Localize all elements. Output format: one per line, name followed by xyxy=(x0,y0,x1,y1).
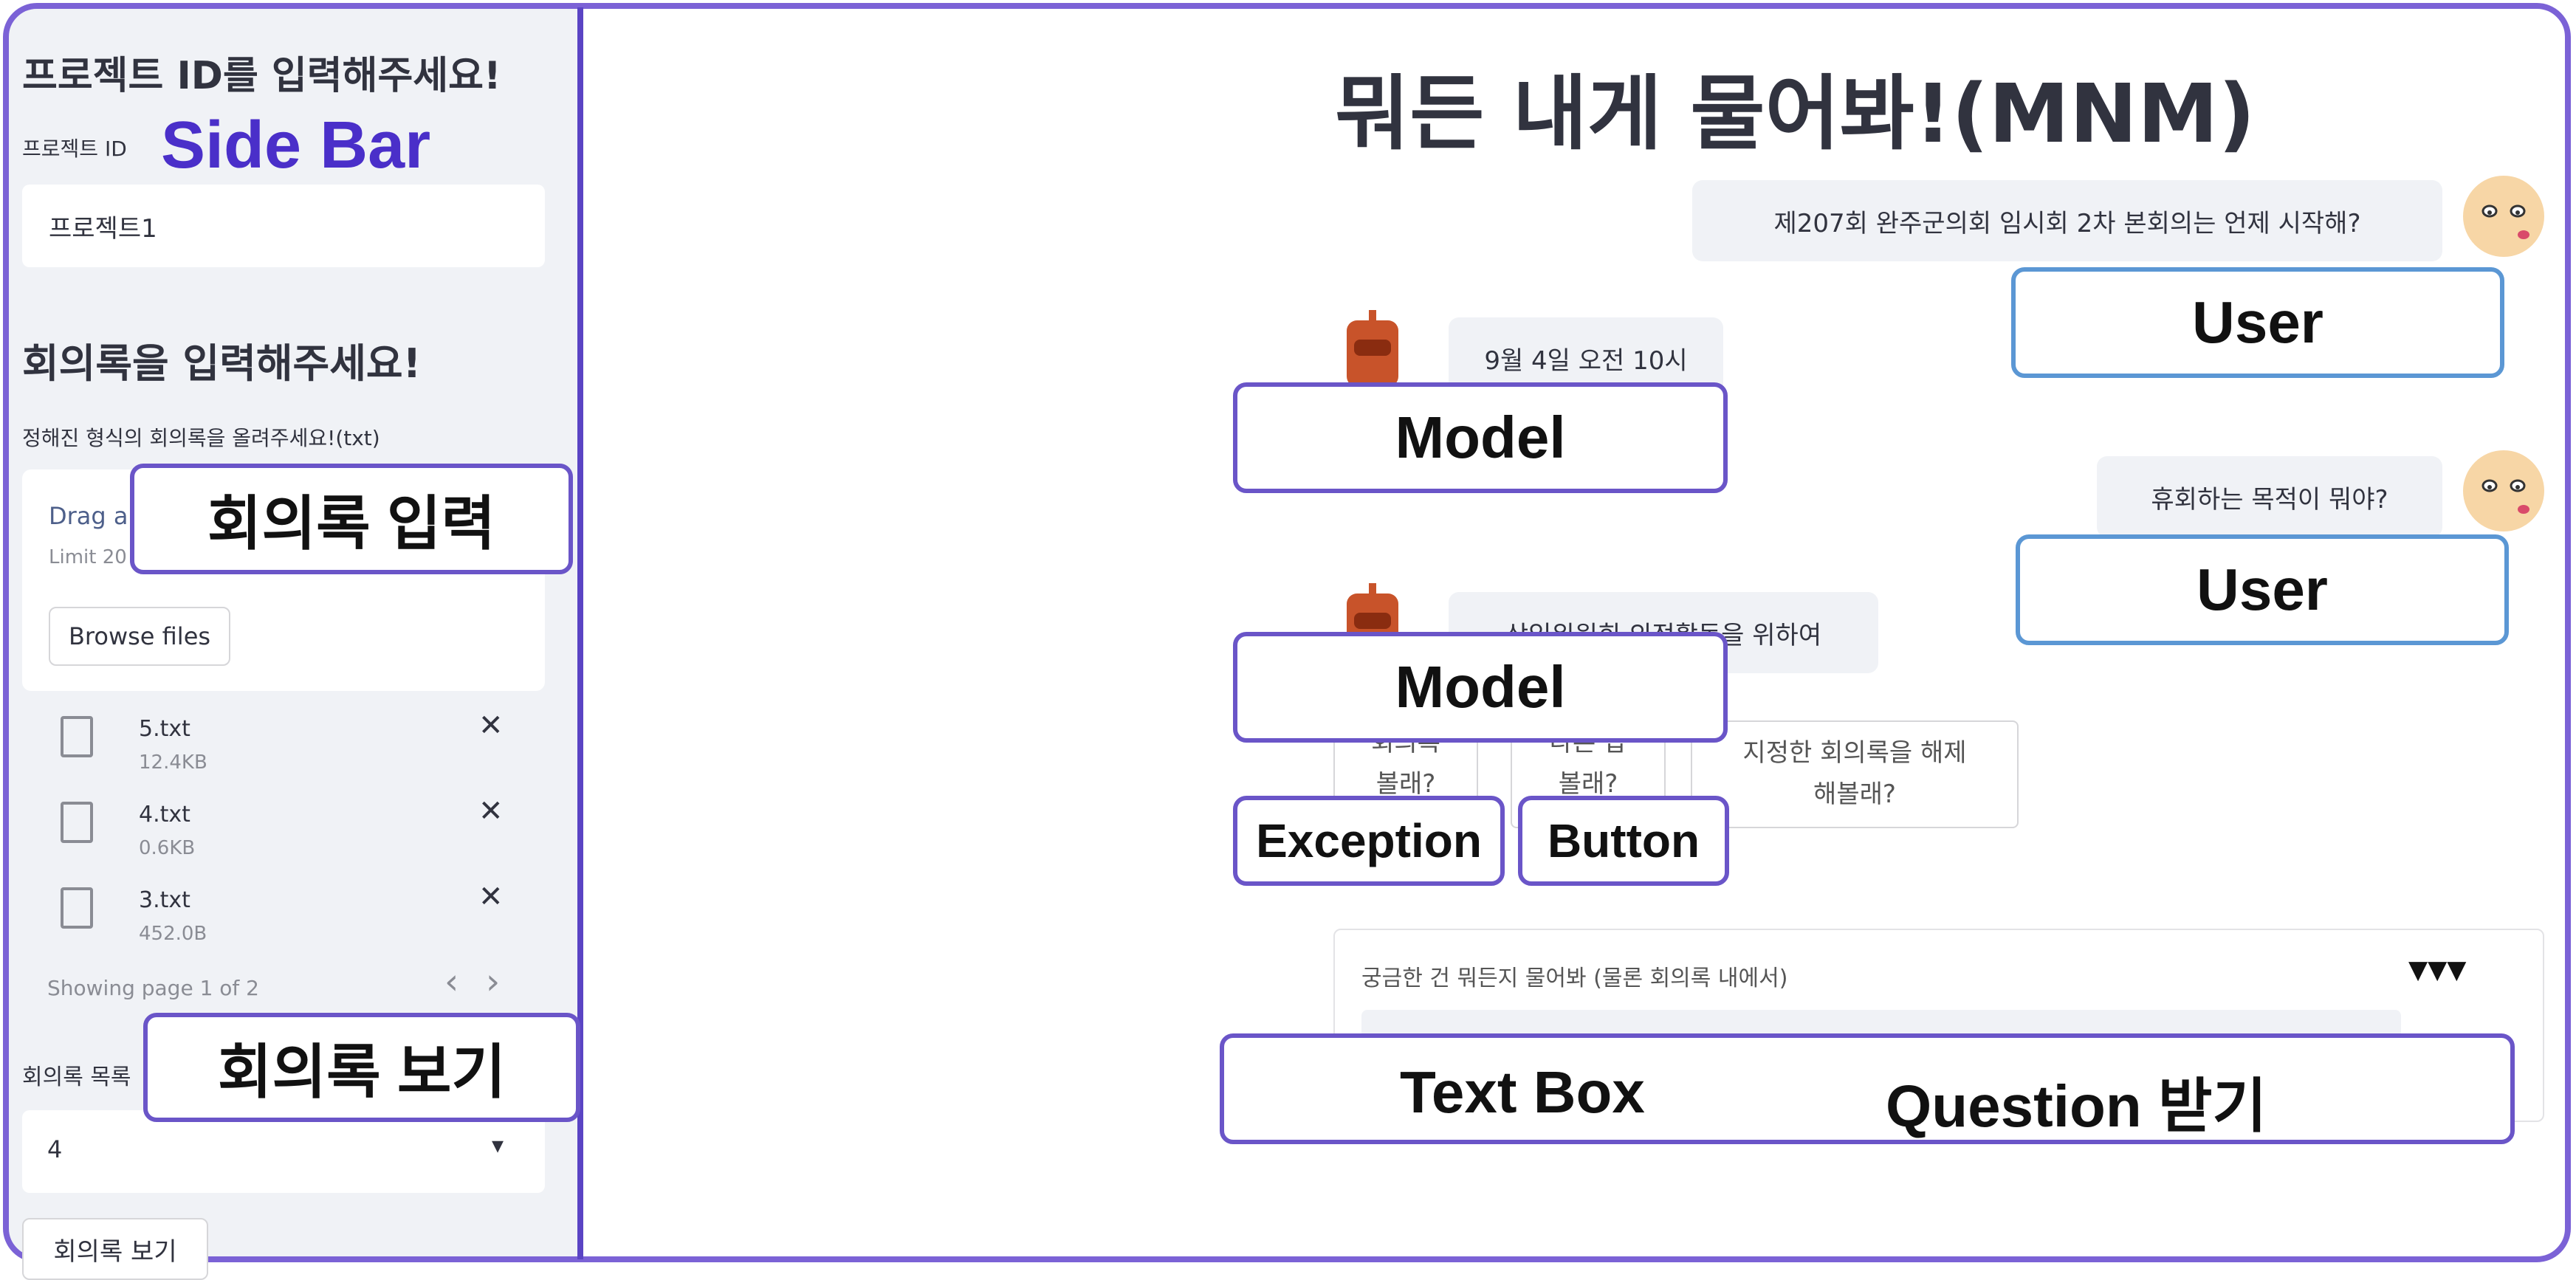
button-line: 해볼래? xyxy=(1813,780,1896,809)
project-heading: 프로젝트 ID를 입력해주세요! xyxy=(22,54,501,98)
file-icon xyxy=(61,802,93,843)
collapse-toggle-icon[interactable]: ▼▼▼ xyxy=(2408,955,2466,985)
user-avatar-icon xyxy=(2463,450,2544,531)
file-name: 5.txt xyxy=(139,716,190,742)
view-minutes-button[interactable]: 회의록 보기 xyxy=(22,1218,208,1280)
model-annotation: Model xyxy=(1233,382,1728,493)
file-item: 5.txt 12.4KB ✕ xyxy=(22,709,545,790)
project-id-input[interactable]: 프로젝트1 xyxy=(22,185,545,267)
view-annotation: 회의록 보기 xyxy=(143,1013,580,1122)
minutes-select-label: 회의록 목록 xyxy=(22,1064,131,1090)
minutes-caption: 정해진 형식의 회의록을 올려주세요!(txt) xyxy=(22,426,380,450)
file-icon xyxy=(61,716,93,757)
file-size: 12.4KB xyxy=(139,751,207,774)
upload-annotation: 회의록 입력 xyxy=(130,464,573,574)
assistant-avatar-icon xyxy=(1347,310,1398,387)
page-title: 뭐든 내게 물어봐!(MNM) xyxy=(1335,66,2256,161)
dropzone-title: Drag ar xyxy=(49,502,138,530)
side-bar-annotation: Side Bar xyxy=(161,109,431,182)
file-size: 452.0B xyxy=(139,923,207,945)
user-avatar-icon xyxy=(2463,176,2544,257)
file-name: 4.txt xyxy=(139,802,190,827)
user-annotation: User xyxy=(2011,267,2504,378)
exception-annotation: Exception xyxy=(1233,796,1505,886)
model-annotation: Model xyxy=(1233,632,1728,743)
button-annotation: Button xyxy=(1518,796,1729,886)
uploaded-file-list: 5.txt 12.4KB ✕ 4.txt 0.6KB ✕ 3.txt 452.0… xyxy=(22,709,545,974)
minutes-heading: 회의록을 입력해주세요! xyxy=(22,340,422,387)
file-size: 0.6KB xyxy=(139,837,196,859)
button-line: 지정한 회의록을 해제 xyxy=(1742,738,1967,768)
file-item: 3.txt 452.0B ✕ xyxy=(22,880,545,961)
file-icon xyxy=(61,887,93,929)
chevron-down-icon: ▾ xyxy=(492,1131,504,1159)
user-message: 제207회 완주군의회 임시회 2차 본회의는 언제 시작해? xyxy=(1692,180,2442,261)
minutes-select[interactable]: 4 ▾ xyxy=(22,1110,545,1193)
project-input-value: 프로젝트1 xyxy=(49,214,157,244)
user-annotation: User xyxy=(2016,534,2509,645)
file-item: 4.txt 0.6KB ✕ xyxy=(22,794,545,875)
file-name: 3.txt xyxy=(139,887,190,913)
project-label: 프로젝트 ID xyxy=(22,137,127,161)
text-box-annotation-label: Text Box xyxy=(1400,1059,1645,1125)
text-box-annotation: Text Box Question 받기 xyxy=(1220,1033,2515,1144)
browse-files-button[interactable]: Browse files xyxy=(49,607,230,666)
remove-file-icon[interactable]: ✕ xyxy=(478,794,504,828)
user-message: 휴회하는 목적이 뭐야? xyxy=(2097,456,2442,537)
remove-file-icon[interactable]: ✕ xyxy=(478,709,504,743)
remove-file-icon[interactable]: ✕ xyxy=(478,880,504,914)
prev-page-icon[interactable]: ‹ xyxy=(444,961,458,1002)
pagination-text: Showing page 1 of 2 xyxy=(47,976,259,1000)
select-value: 4 xyxy=(47,1135,63,1163)
question-annotation-label: Question 받기 xyxy=(1886,1073,2267,1139)
question-input-label: 궁금한 건 뭐든지 물어봐 (물론 회의록 내에서) xyxy=(1361,966,1788,991)
release-minutes-button[interactable]: 지정한 회의록을 해제 해볼래? xyxy=(1691,720,2019,828)
dropzone-limit: Limit 20 xyxy=(49,546,127,568)
next-page-icon[interactable]: › xyxy=(486,961,500,1002)
